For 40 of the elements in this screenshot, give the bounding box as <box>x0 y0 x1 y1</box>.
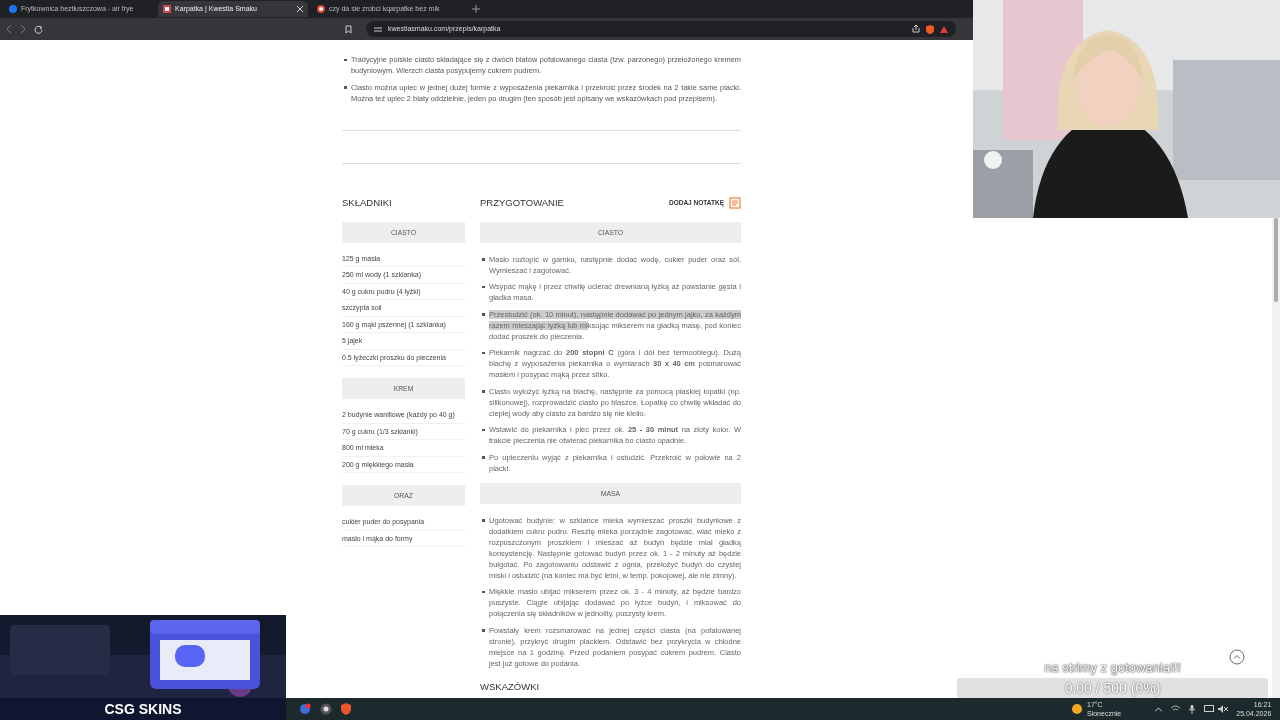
monitor-icon[interactable] <box>1204 705 1215 713</box>
goal-title: na strimy z gotowania!!! <box>1043 659 1182 678</box>
bullet-icon <box>344 58 347 61</box>
site-icon <box>163 5 171 13</box>
network-icon[interactable] <box>1171 705 1181 713</box>
bullet-icon <box>482 313 485 316</box>
shield-icon[interactable] <box>926 24 934 34</box>
back-icon[interactable] <box>6 25 12 33</box>
bullet-icon <box>482 351 485 354</box>
app-icon[interactable] <box>299 703 311 715</box>
bullet-icon <box>482 390 485 393</box>
banner-text: CSG SKINS <box>103 700 183 719</box>
triangle-icon[interactable] <box>940 25 948 33</box>
browser-icon[interactable] <box>320 703 332 715</box>
section-heading: WSKAZÓWKI <box>480 680 541 692</box>
search-engine-icon <box>317 5 325 13</box>
microphone-icon[interactable] <box>1189 704 1196 714</box>
bullet-icon <box>482 285 485 288</box>
sun-icon[interactable] <box>1071 703 1083 715</box>
circle-icon <box>9 5 17 13</box>
plus-icon[interactable] <box>472 5 480 13</box>
bullet-icon <box>482 519 485 522</box>
scroll-top-icon[interactable] <box>1229 649 1245 665</box>
share-icon[interactable] <box>912 25 920 33</box>
bullet-icon <box>482 258 485 261</box>
scrollbar-thumb[interactable] <box>1274 218 1278 302</box>
bullet-icon <box>482 590 485 593</box>
bookmark-icon[interactable] <box>345 24 352 34</box>
bullet-icon <box>482 428 485 431</box>
reload-icon[interactable] <box>34 24 43 34</box>
forward-icon[interactable] <box>20 25 26 33</box>
section-heading: PRZYGOTOWANIE <box>480 196 564 209</box>
shield-icon[interactable] <box>341 703 351 715</box>
close-icon[interactable] <box>297 6 303 12</box>
bullet-icon <box>482 456 485 459</box>
bullet-icon <box>482 629 485 632</box>
chevron-up-icon[interactable] <box>1155 706 1163 712</box>
section-heading: SKŁADNIKI <box>342 195 393 210</box>
bullet-icon <box>344 86 347 89</box>
speaker-muted-icon[interactable] <box>1218 705 1229 713</box>
